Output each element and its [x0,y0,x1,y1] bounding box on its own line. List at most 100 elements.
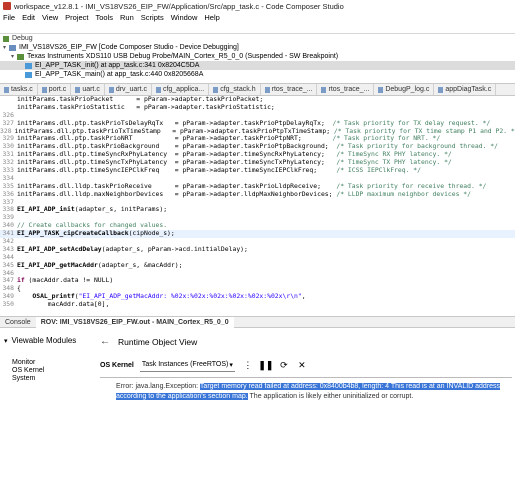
code-token: OSAL_printf [32,292,75,301]
code-line: 343 EI_API_ADP_setAcdDelay(adapter_s, pPa… [0,245,515,254]
bottom-panel-tabs: Console ROV: IMI_VS18VS26_EIP_FW.out - MA… [0,316,515,328]
rov-title: Runtime Object View [118,336,198,347]
editor-tab-label: tasks.c [11,86,33,93]
code-token: "EI_API_ADP_getMacAddr: %02x:%02x:%02x:%… [78,292,302,301]
menu-item-scripts[interactable]: Scripts [141,13,164,22]
kernel-toolbar: OS Kernel Task Instances (FreeRTOS) ▾ ⋮ … [100,358,313,372]
error-prefix: Error: java.lang.Exception: [116,383,200,390]
tab-console[interactable]: Console [0,317,36,328]
tab-label: ROV: IMI_VS18VS26_EIP_FW.out - MAIN_Cort… [40,318,229,326]
editor-tab-label: rtos_trace_... [271,86,313,93]
editor-tab-label: cfg_stack.h [220,86,256,93]
code-token: initParams.dll.ptp.timeSyncIEPClkFreq = … [17,166,337,175]
editor-tab-label: cfg_applica... [162,86,205,93]
module-item[interactable]: OS Kernel [12,367,44,375]
editor-tab[interactable]: cfg_applica... [152,84,210,95]
menu-bar: File Edit View Project Tools Run Scripts Window… [0,12,515,23]
back-arrow-icon[interactable]: ← [100,336,110,347]
debug-tree-item[interactable]: ▾ IMI_VS18VS26_EIP_FW [Code Composer Stud… [0,43,515,52]
code-token: initParams.dll.lldp.maxNeighborDevices =… [17,189,337,198]
editor-tab[interactable]: port.c [38,84,72,95]
code-token: /* TimeSync TX PHY latency. */ [336,158,452,167]
editor-tab[interactable]: rtos_trace_... [261,84,318,95]
code-token: initParams.dll.ptp.taskPrioTsDelayRqTx =… [17,118,333,127]
code-line: initParams.taskPrioStatistic = pParam->a… [0,103,515,112]
code-text: macAddr.data[0], [17,300,110,309]
editor-tab-label: appDiagTask.c [445,86,492,93]
menu-item-view[interactable]: View [42,13,58,22]
editor-tab[interactable]: appDiagTask.c [434,84,497,95]
menu-item-tools[interactable]: Tools [96,13,114,22]
code-line: 347 if (macAddr.data != NULL) [0,277,515,285]
error-suffix: The application is likely either uniniti… [247,392,414,400]
c-file-icon [378,86,384,93]
menu-item-edit[interactable]: Edit [22,13,35,22]
refresh-icon[interactable]: ⟳ [277,359,291,372]
close-icon[interactable]: ✕ [295,359,309,372]
debug-tree-label: IMI_VS18VS26_EIP_FW [Code Composer Studi… [19,44,239,51]
code-token: { [17,284,21,293]
code-text: initParams.dll.lldp.maxNeighborDevices =… [17,189,472,199]
editor-tab-label: uart.c [82,86,100,93]
module-item[interactable]: Monitor [12,359,44,367]
editor-tab[interactable]: tasks.c [0,84,38,95]
code-token: initParams.dll.lldp.taskPrioReceive = pP… [17,181,337,190]
viewable-modules-label: Viewable Modules [11,336,77,345]
view-select[interactable]: Task Instances (FreeRTOS) ▾ [139,359,235,372]
stack-frame-icon [25,62,32,69]
editor-tab[interactable]: DebugP_log.c [374,84,435,95]
editor-tab[interactable]: cfg_stack.h [209,84,261,95]
main-toolbar [0,23,515,34]
module-item[interactable]: System [12,375,44,383]
menu-item-help[interactable]: Help [204,13,219,22]
debug-session-icon [17,53,24,60]
code-token: (macAddr.data != NULL) [24,276,114,285]
menu-item-run[interactable]: Run [120,13,134,22]
code-token: /* TimeSync RX PHY latency. */ [336,150,452,159]
debug-view-tab[interactable]: Debug [0,34,515,43]
viewable-modules-header[interactable]: ▾ Viewable Modules [4,336,76,345]
error-message: Error: java.lang.Exception: Target memor… [116,382,506,401]
c-file-icon [155,86,161,93]
module-list: Monitor OS Kernel System [12,359,44,383]
code-line: 333 initParams.dll.ptp.timeSyncIEPClkFreq… [0,166,515,175]
chevron-down-icon: ▾ [4,337,8,345]
editor-tab-bar: tasks.c port.c uart.c drv_uart.c cfg_applica… [0,84,515,96]
code-token: // Create callbacks for changed values. [17,221,168,230]
code-token: initParams.dll.ptp.taskPrioNRT = pParam-… [17,134,333,143]
code-token: EI_API_ADP_getMacAddr [17,260,98,269]
debug-tree-item[interactable]: EI_APP_TASK_main() at app_task.c:440 0x8… [0,70,515,79]
code-token: /* LLDP maximum neighbor devices */ [336,189,472,198]
code-token: , [301,292,306,301]
editor-tab[interactable]: uart.c [71,84,105,95]
c-file-icon [438,86,444,93]
debug-tree-item[interactable]: EI_APP_TASK_init() at app_task.c:341 0x8… [0,61,515,70]
code-token: initParams.dll.ptp.timeSyncTxPhyLatency … [17,158,337,167]
pause-icon[interactable]: ❚❚ [258,359,273,372]
code-token: /* Task priority for TX time stamp P1 an… [333,126,515,135]
more-vert-icon[interactable]: ⋮ [241,359,255,372]
debug-tree-item[interactable]: ▾ Texas Instruments XDS110 USB Debug Prob… [0,52,515,61]
menu-item-window[interactable]: Window [171,13,198,22]
code-token: EI_APP_TASK_cipCreateCallback [17,229,129,238]
code-token: initParams.dll.ptp.taskPrioBackground = … [17,142,337,151]
debug-icon [3,35,9,42]
menu-item-project[interactable]: Project [65,13,88,22]
window-title: workspace_v12.8.1 - IMI_VS18VS26_EIP_FW/… [14,1,344,11]
debug-tree: ▾ IMI_VS18VS26_EIP_FW [Code Composer Stud… [0,43,515,79]
editor-tab[interactable]: rtos_trace_... [317,84,375,95]
debug-session-icon [9,44,16,51]
code-editor[interactable]: initParams.taskPrioPacket = pParam->adap… [0,96,515,315]
code-text: if (macAddr.data != NULL) [17,277,113,285]
menu-item-file[interactable]: File [3,13,15,22]
code-line: 338 EI_API_ADP_init(adapter_s, initParams… [0,206,515,214]
code-text: EI_API_ADP_init(adapter_s, initParams); [17,206,167,214]
editor-tab[interactable]: drv_uart.c [105,84,152,95]
code-text: EI_APP_TASK_cipCreateCallback(cipNode_s)… [17,229,175,238]
chevron-down-icon: ▾ [229,361,233,369]
kernel-label: OS Kernel [100,361,134,369]
tab-rov[interactable]: ROV: IMI_VS18VS26_EIP_FW.out - MAIN_Cort… [35,316,234,328]
code-token: /* Task priority for TX delay request. *… [332,118,491,127]
editor-tab-label: rtos_trace_... [328,86,370,93]
code-text: EI_API_ADP_getMacAddr(adapter_s, &macAdd… [17,260,182,270]
